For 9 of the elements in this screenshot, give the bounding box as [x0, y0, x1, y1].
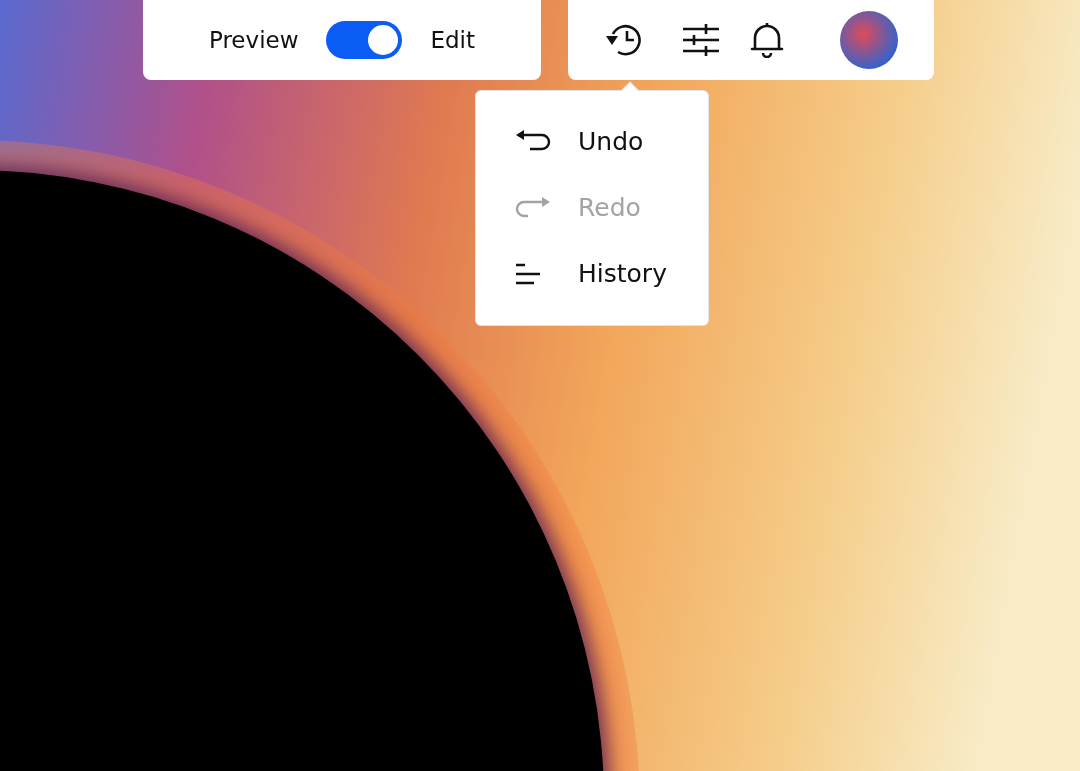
menu-item[interactable]: Undo	[476, 109, 708, 175]
edit-label: Edit	[430, 25, 476, 55]
toggle-switch[interactable]	[326, 21, 403, 59]
bell-icon[interactable]	[750, 22, 784, 58]
lines-icon	[514, 263, 542, 285]
sliders-icon[interactable]	[682, 23, 720, 57]
avatar[interactable]	[840, 11, 898, 69]
preview-label: Preview	[208, 25, 299, 55]
menu-item[interactable]: History	[476, 241, 708, 307]
